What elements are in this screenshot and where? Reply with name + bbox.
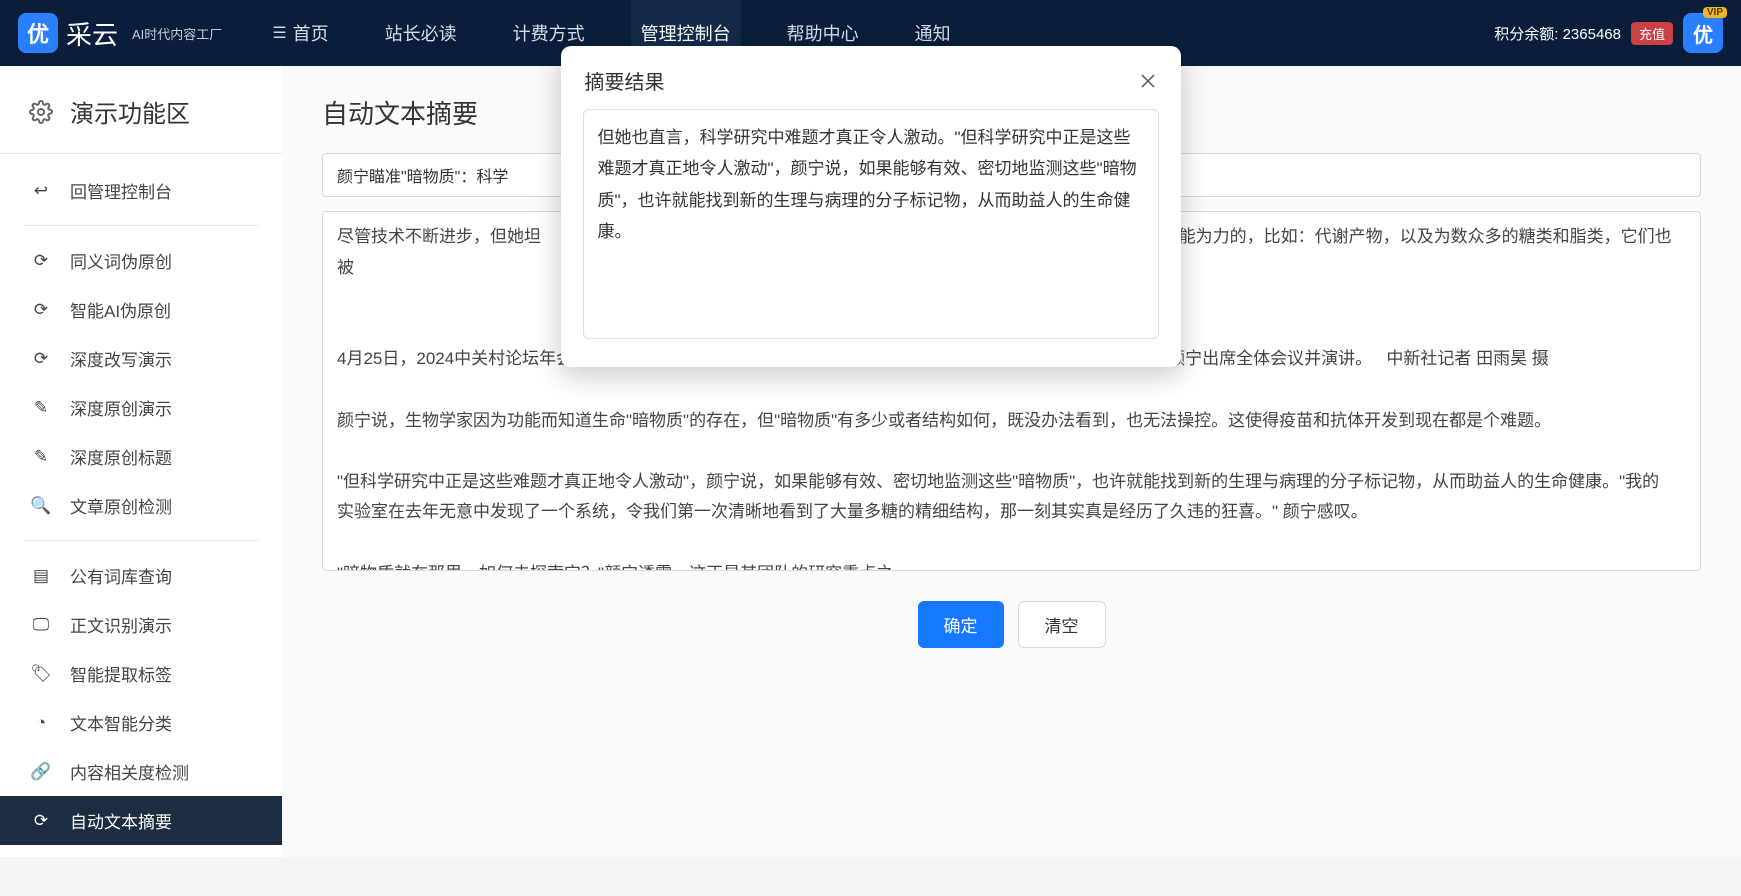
- close-icon[interactable]: [1139, 72, 1157, 90]
- modal-header: 摘要结果: [561, 46, 1181, 109]
- summary-modal: 摘要结果 但她也直言，科学研究中难题才真正令人激动。"但科学研究中正是这些难题才…: [561, 46, 1181, 367]
- summary-result[interactable]: 但她也直言，科学研究中难题才真正令人激动。"但科学研究中正是这些难题才真正地令人…: [583, 109, 1159, 339]
- modal-body: 但她也直言，科学研究中难题才真正令人激动。"但科学研究中正是这些难题才真正地令人…: [561, 109, 1181, 367]
- modal-title: 摘要结果: [585, 66, 665, 95]
- modal-mask: 摘要结果 但她也直言，科学研究中难题才真正令人激动。"但科学研究中正是这些难题才…: [0, 0, 1741, 896]
